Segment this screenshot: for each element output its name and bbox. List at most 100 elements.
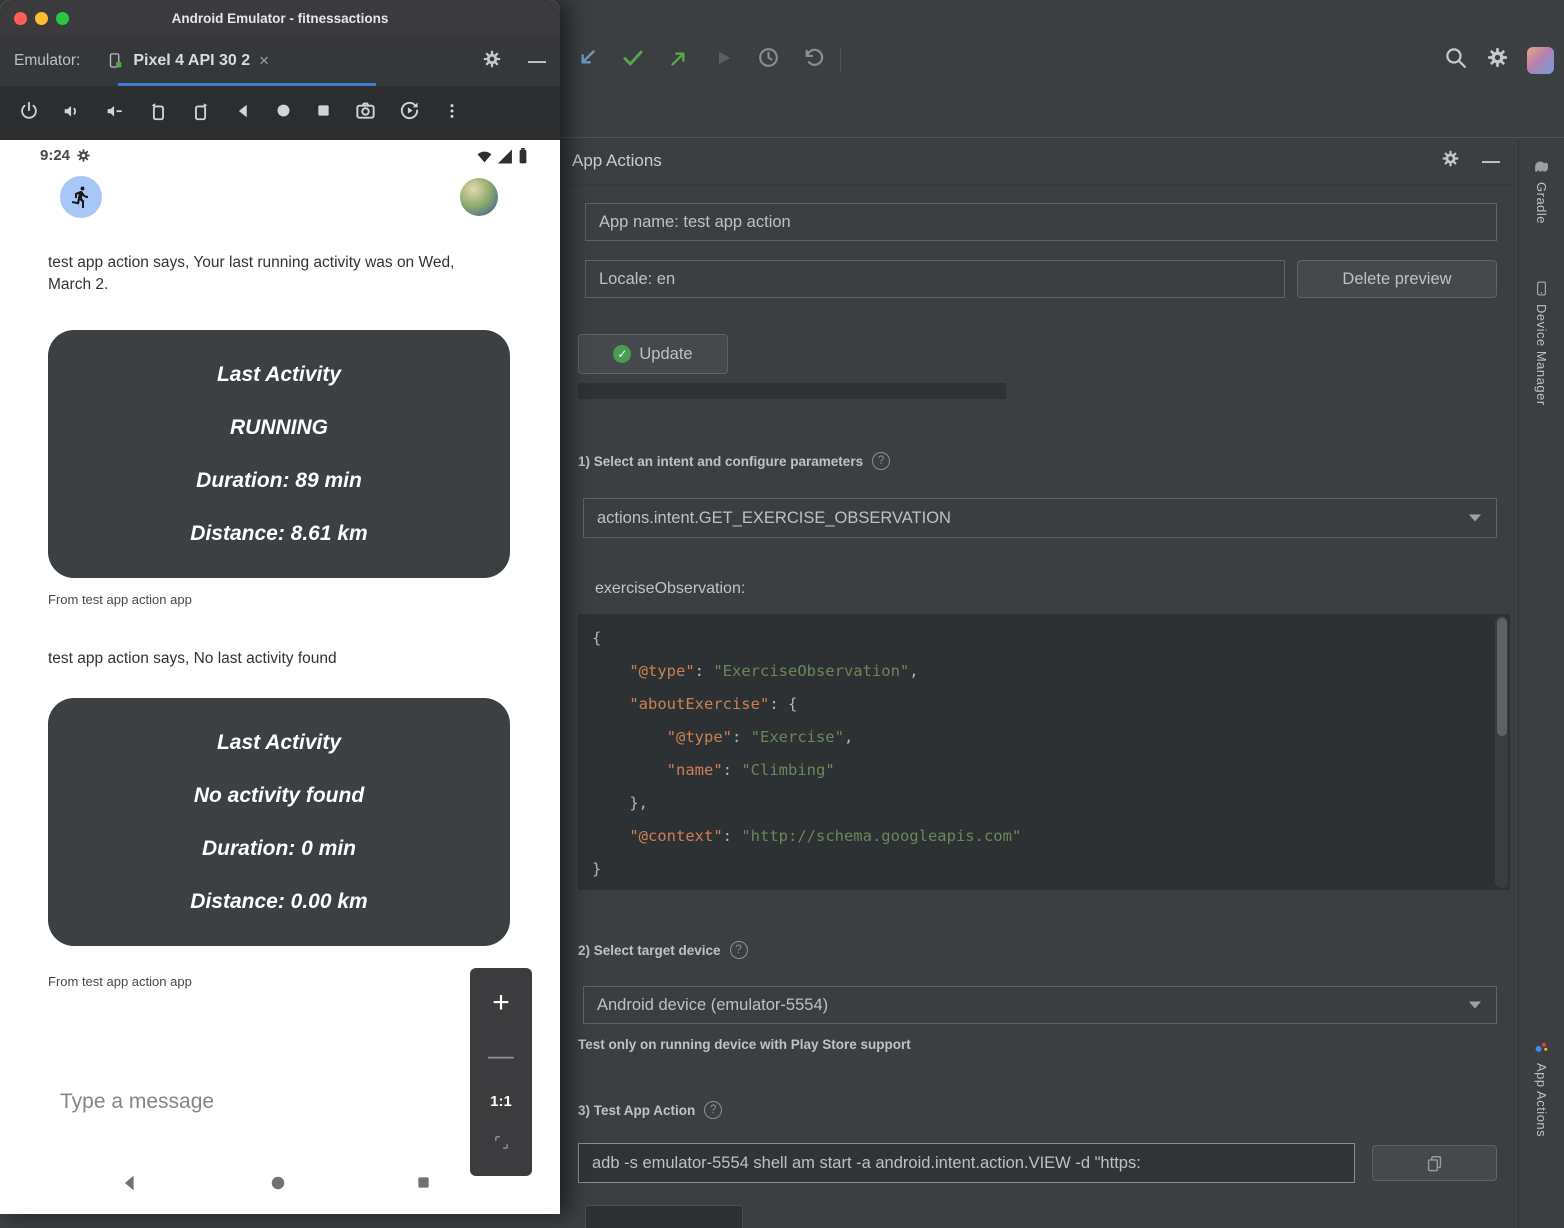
device-note: Test only on running device with Play St… — [578, 1037, 911, 1052]
message-input[interactable]: Type a message — [60, 1090, 214, 1114]
json-editor[interactable]: { "@type": "ExerciseObservation", "about… — [578, 614, 1510, 890]
sidebar-label-device-manager: Device Manager — [1534, 304, 1549, 406]
rotate-left-icon[interactable] — [147, 100, 169, 127]
settings-gear-icon[interactable] — [1486, 46, 1509, 74]
dimmed-status-text — [578, 383, 1006, 399]
toolbar-divider — [840, 47, 841, 73]
chevron-down-icon — [1469, 515, 1481, 522]
help-icon[interactable]: ? — [872, 452, 890, 470]
zoom-out-button[interactable]: — — [488, 1042, 514, 1068]
home-icon[interactable] — [274, 101, 293, 125]
emulator-tabbar: Emulator: Pixel 4 API 30 2 × — — [0, 36, 560, 86]
panel-gear-icon[interactable] — [1441, 149, 1460, 173]
arrow-down-left-icon[interactable] — [574, 45, 600, 76]
card-distance: Distance: 8.61 km — [190, 522, 367, 546]
nav-overview-icon[interactable] — [414, 1173, 433, 1197]
battery-icon — [518, 148, 528, 164]
clock-icon[interactable] — [756, 45, 781, 75]
close-window-button[interactable] — [14, 12, 27, 25]
activity-card-1: Last Activity RUNNING Duration: 89 min D… — [48, 330, 510, 578]
search-icon[interactable] — [1443, 45, 1468, 75]
panel-minimize-icon[interactable]: — — [1482, 152, 1500, 170]
wifi-icon — [476, 149, 493, 164]
zoom-reset-button[interactable]: 1:1 — [490, 1093, 512, 1110]
ide-toolbar — [560, 40, 1564, 80]
intent-dropdown[interactable]: actions.intent.GET_EXERCISE_OBSERVATION — [583, 498, 1497, 538]
chevron-down-icon — [1469, 1002, 1481, 1009]
check-icon[interactable] — [620, 45, 646, 76]
fit-screen-icon[interactable] — [493, 1134, 510, 1156]
help-icon[interactable]: ? — [704, 1101, 722, 1119]
device-manager-icon — [1533, 280, 1550, 297]
gradle-icon — [1533, 158, 1550, 175]
emulator-window: Android Emulator - fitnessactions Emulat… — [0, 0, 560, 1214]
nav-home-icon[interactable] — [268, 1173, 288, 1198]
volume-up-icon[interactable] — [61, 100, 83, 127]
signal-icon — [498, 149, 513, 164]
sidebar-label-gradle: Gradle — [1534, 182, 1549, 224]
device-tab[interactable]: Pixel 4 API 30 2 × — [106, 51, 269, 71]
zoom-window-button[interactable] — [56, 12, 69, 25]
sidebar-item-device-manager[interactable]: Device Manager — [1519, 280, 1564, 406]
partial-button[interactable] — [585, 1205, 743, 1228]
update-button-label: Update — [639, 345, 692, 364]
runner-icon — [69, 185, 93, 209]
emulator-settings-gear-icon[interactable] — [482, 49, 502, 74]
assistant-message-2: test app action says, No last activity f… — [48, 648, 478, 670]
delete-preview-button[interactable]: Delete preview — [1297, 260, 1497, 298]
zoom-in-button[interactable]: + — [492, 988, 510, 1018]
copy-button[interactable] — [1372, 1145, 1497, 1181]
power-icon[interactable] — [18, 100, 40, 127]
snapshots-icon[interactable] — [398, 99, 421, 127]
status-gear-icon — [76, 148, 91, 163]
section-1-label: 1) Select an intent and configure parame… — [578, 452, 890, 470]
help-icon[interactable]: ? — [730, 941, 748, 959]
minimize-window-button[interactable] — [35, 12, 48, 25]
activity-card-2: Last Activity No activity found Duration… — [48, 698, 510, 946]
zoom-control-panel: + — 1:1 — [470, 968, 532, 1176]
emulator-titlebar: Android Emulator - fitnessactions — [0, 0, 560, 36]
overview-icon[interactable] — [314, 101, 333, 125]
volume-down-icon[interactable] — [104, 100, 126, 127]
android-studio-window: App Actions — App name: test app action … — [560, 0, 1564, 1228]
device-dropdown-value: Android device (emulator-5554) — [597, 996, 828, 1015]
arrow-up-right-icon[interactable] — [666, 45, 692, 76]
json-code: { "@type": "ExerciseObservation", "about… — [592, 622, 1484, 886]
copy-icon — [1425, 1154, 1444, 1173]
locale-field[interactable]: Locale: en — [585, 260, 1285, 298]
sidebar-item-app-actions[interactable]: App Actions — [1519, 1038, 1564, 1137]
adb-command-input[interactable]: adb -s emulator-5554 shell am start -a a… — [578, 1143, 1355, 1183]
tool-window-sidebar: Gradle Device Manager App Actions — [1518, 140, 1564, 1228]
section-2-text: 2) Select target device — [578, 943, 721, 958]
more-icon[interactable] — [442, 101, 462, 126]
card-title: Last Activity — [217, 363, 341, 387]
user-profile-avatar[interactable] — [1527, 47, 1554, 74]
card-distance: Distance: 0.00 km — [190, 890, 367, 914]
update-button[interactable]: ✓ Update — [578, 334, 728, 374]
emulator-controls — [0, 86, 560, 140]
emulator-minimize-icon[interactable]: — — [528, 52, 546, 70]
assistant-avatar — [60, 176, 102, 218]
from-app-label-2: From test app action app — [48, 974, 192, 989]
phone-screen: 9:24 test app action says, Your last run… — [0, 140, 560, 1214]
scrollbar-track[interactable] — [1495, 616, 1508, 888]
scrollbar-thumb[interactable] — [1497, 618, 1507, 736]
app-actions-panel-header: App Actions — — [560, 138, 1518, 185]
run-disabled-icon[interactable] — [712, 46, 736, 75]
undo-icon[interactable] — [801, 45, 826, 75]
emulator-label: Emulator: — [14, 52, 80, 70]
tab-close-icon[interactable]: × — [259, 51, 269, 71]
card-title: Last Activity — [217, 731, 341, 755]
app-name-field[interactable]: App name: test app action — [585, 203, 1497, 241]
user-avatar — [460, 178, 498, 216]
card-status: RUNNING — [230, 416, 328, 440]
phone-tab-icon — [106, 52, 124, 70]
sidebar-item-gradle[interactable]: Gradle — [1519, 158, 1564, 224]
nav-back-icon[interactable] — [118, 1172, 140, 1199]
status-icons — [476, 148, 528, 164]
rotate-right-icon[interactable] — [190, 100, 212, 127]
back-icon[interactable] — [233, 101, 253, 126]
section-3-text: 3) Test App Action — [578, 1103, 695, 1118]
camera-icon[interactable] — [354, 99, 377, 127]
device-dropdown[interactable]: Android device (emulator-5554) — [583, 986, 1497, 1024]
